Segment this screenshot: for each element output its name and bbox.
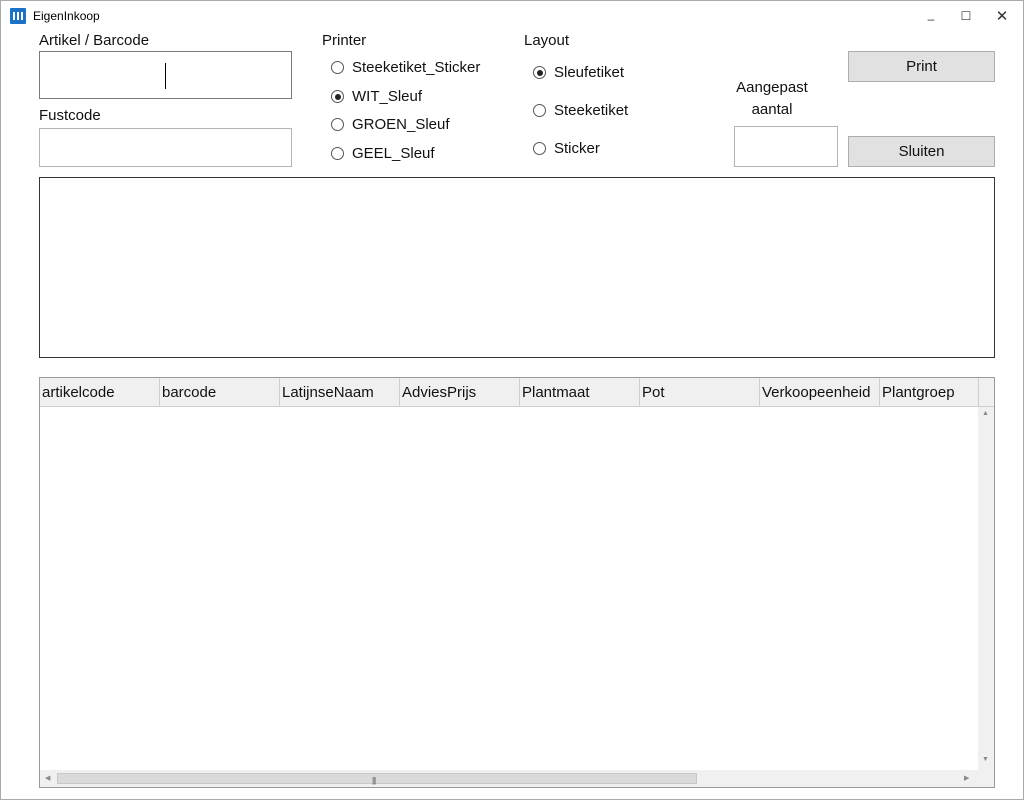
printer-option-label: Steeketiket_Sticker [352, 59, 481, 76]
printer-option-geel-sleuf[interactable]: GEEL_Sleuf [331, 145, 435, 162]
print-button[interactable]: Print [848, 51, 995, 82]
layout-option-steeketiket[interactable]: Steeketiket [533, 102, 628, 119]
maximize-icon: ☐ [960, 9, 972, 23]
scroll-up-icon[interactable]: ▲ [982, 410, 989, 417]
window-title: EigenInkoop [33, 9, 100, 23]
close-icon: ✕ [995, 8, 1009, 25]
column-header-pot[interactable]: Pot [640, 378, 760, 407]
maximize-button[interactable]: ☐ [948, 1, 984, 31]
info-textarea[interactable] [39, 177, 995, 358]
vertical-scrollbar[interactable]: ▲ ▼ [978, 407, 994, 770]
printer-option-label: GROEN_Sleuf [352, 116, 450, 133]
aangepast-aantal-label: Aangepast aantal [734, 77, 810, 121]
scroll-right-icon[interactable]: ▶ [964, 774, 969, 782]
aangepast-label-line1: Aangepast [736, 79, 808, 96]
radio-button[interactable] [331, 147, 344, 160]
layout-option-sleufetiket[interactable]: Sleufetiket [533, 64, 624, 81]
grid-header: artikelcode barcode LatijnseNaam AdviesP… [40, 378, 978, 407]
aangepast-aantal-input[interactable] [734, 126, 838, 167]
minimize-icon: – [927, 12, 935, 26]
horizontal-scroll-thumb[interactable]: ||| [57, 773, 697, 785]
scroll-down-icon[interactable]: ▼ [982, 756, 989, 763]
radio-button-checked[interactable] [533, 66, 546, 79]
layout-label: Layout [524, 32, 570, 49]
aangepast-label-line2: aantal [751, 101, 793, 118]
scroll-corner [978, 770, 994, 787]
printer-label: Printer [322, 32, 367, 49]
artikel-barcode-input[interactable] [39, 51, 292, 99]
artikel-barcode-label: Artikel / Barcode [39, 32, 150, 49]
print-button-label: Print [906, 58, 937, 75]
printer-option-groen-sleuf[interactable]: GROEN_Sleuf [331, 116, 450, 133]
horizontal-scrollbar[interactable]: ◀ ||| ▶ [40, 770, 978, 787]
sluiten-button-label: Sluiten [898, 143, 945, 160]
printer-option-label: GEEL_Sleuf [352, 145, 435, 162]
layout-option-label: Sticker [554, 140, 600, 157]
results-grid[interactable]: artikelcode barcode LatijnseNaam AdviesP… [39, 377, 995, 788]
radio-button-checked[interactable] [331, 90, 344, 103]
header-filler [978, 378, 994, 407]
radio-button[interactable] [331, 118, 344, 131]
radio-button[interactable] [533, 104, 546, 117]
grip-icon: ||| [372, 776, 376, 785]
column-header-artikelcode[interactable]: artikelcode [40, 378, 160, 407]
close-button[interactable]: ✕ [984, 1, 1020, 31]
text-caret [165, 63, 166, 89]
minimize-button[interactable]: – [913, 1, 949, 31]
printer-option-steeketiket-sticker[interactable]: Steeketiket_Sticker [331, 59, 480, 76]
sluiten-button[interactable]: Sluiten [848, 136, 995, 167]
column-header-plantgroep[interactable]: Plantgroep [880, 378, 978, 407]
layout-option-sticker[interactable]: Sticker [533, 140, 600, 157]
radio-button[interactable] [331, 61, 344, 74]
printer-option-label: WIT_Sleuf [352, 88, 423, 105]
printer-option-wit-sleuf[interactable]: WIT_Sleuf [331, 88, 422, 105]
layout-option-label: Steeketiket [554, 102, 629, 119]
column-header-adviesprijs[interactable]: AdviesPrijs [400, 378, 520, 407]
scroll-left-icon[interactable]: ◀ [45, 774, 50, 782]
fustcode-input[interactable] [39, 128, 292, 167]
column-header-verkoopeenheid[interactable]: Verkoopeenheid [760, 378, 880, 407]
column-header-barcode[interactable]: barcode [160, 378, 280, 407]
app-icon [10, 8, 26, 24]
layout-option-label: Sleufetiket [554, 64, 625, 81]
app-window: EigenInkoop – ☐ ✕ Artikel / Barcode Fust… [0, 0, 1024, 800]
column-header-latijnsenaam[interactable]: LatijnseNaam [280, 378, 400, 407]
fustcode-label: Fustcode [39, 107, 101, 124]
radio-button[interactable] [533, 142, 546, 155]
column-header-plantmaat[interactable]: Plantmaat [520, 378, 640, 407]
title-bar[interactable]: EigenInkoop – ☐ ✕ [1, 1, 1023, 31]
